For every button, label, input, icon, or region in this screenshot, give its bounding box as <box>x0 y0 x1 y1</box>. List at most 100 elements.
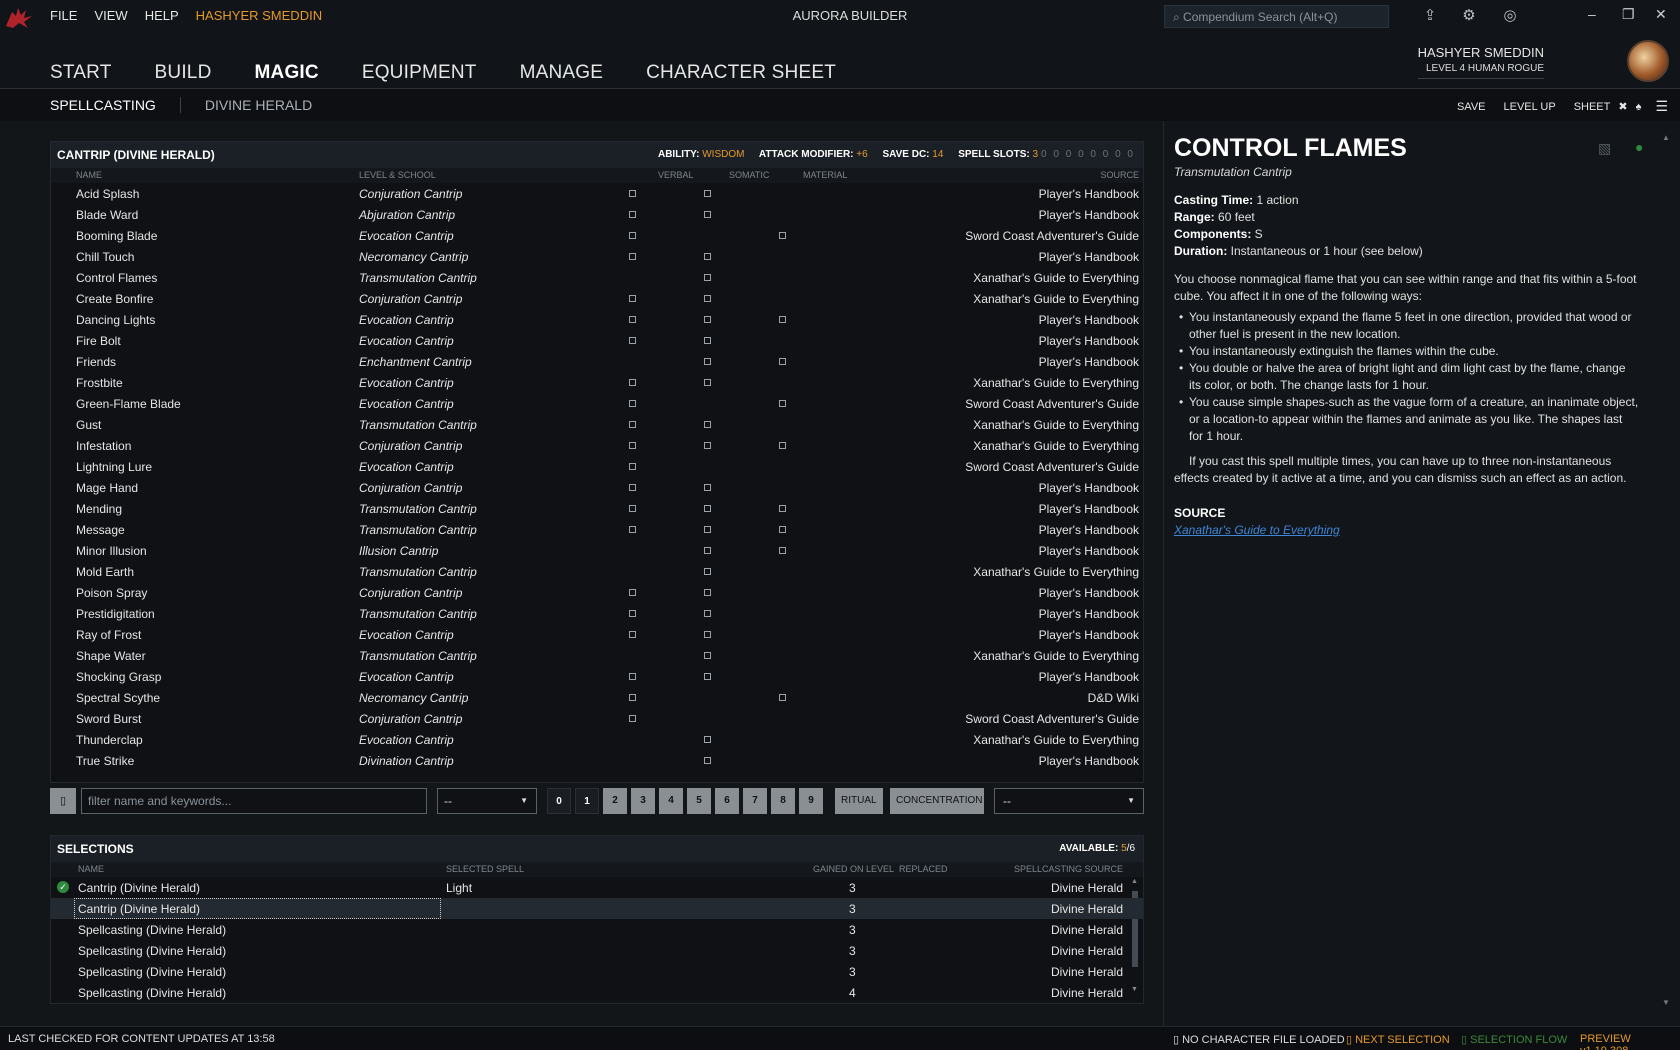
share-icon[interactable]: ⇪ <box>1418 4 1442 28</box>
table-row[interactable]: Minor Illusion Illusion Cantrip Player's H… <box>51 540 1143 561</box>
level-3-button[interactable]: 3 <box>631 788 655 814</box>
menu-file[interactable]: FILE <box>50 8 77 23</box>
minimize-icon[interactable]: – <box>1588 6 1596 22</box>
gear-icon[interactable]: ⚙ <box>1457 4 1481 28</box>
tab-build[interactable]: BUILD <box>155 62 212 84</box>
table-row[interactable]: Cantrip (Divine Herald) 3 Divine Herald <box>51 898 1143 919</box>
avatar[interactable] <box>1627 40 1669 82</box>
table-row[interactable]: Poison Spray Conjuration Cantrip Player's … <box>51 582 1143 603</box>
table-row[interactable]: Booming Blade Evocation Cantrip Sword Coas… <box>51 225 1143 246</box>
table-row[interactable]: Infestation Conjuration Cantrip Xanathar's… <box>51 435 1143 456</box>
table-row[interactable]: Acid Splash Conjuration Cantrip Player's H… <box>51 183 1143 204</box>
table-row[interactable]: Spellcasting (Divine Herald) 3 Divine Hera… <box>51 940 1143 961</box>
source-dropdown[interactable]: -- ▼ <box>437 788 537 814</box>
col-level[interactable]: LEVEL & SCHOOL <box>359 170 436 180</box>
table-row[interactable]: Mold Earth Transmutation Cantrip Xanathar'… <box>51 561 1143 582</box>
table-row[interactable]: Mage Hand Conjuration Cantrip Player's Han… <box>51 477 1143 498</box>
level-1-button[interactable]: 1 <box>575 788 599 814</box>
table-row[interactable]: Shape Water Transmutation Cantrip Xanathar… <box>51 645 1143 666</box>
table-row[interactable]: Gust Transmutation Cantrip Xanathar's Guid… <box>51 414 1143 435</box>
table-row[interactable]: Prestidigitation Transmutation Cantrip Pla… <box>51 603 1143 624</box>
hamburger-menu-icon[interactable]: ☰ <box>1655 98 1668 115</box>
compendium-search-input[interactable]: ⌕ Compendium Search (Alt+Q) <box>1164 5 1389 28</box>
table-row[interactable]: Shocking Grasp Evocation Cantrip Player's … <box>51 666 1143 687</box>
col-name[interactable]: NAME <box>76 170 102 180</box>
subtab-spellcasting[interactable]: SPELLCASTING <box>50 97 156 113</box>
level-8-button[interactable]: 8 <box>771 788 795 814</box>
table-row[interactable]: Control Flames Transmutation Cantrip Xanat… <box>51 267 1143 288</box>
col-name[interactable]: NAME <box>78 864 104 874</box>
level-5-button[interactable]: 5 <box>687 788 711 814</box>
menu-view[interactable]: VIEW <box>94 8 127 23</box>
filter-toggle-icon[interactable]: ▯ <box>50 788 76 814</box>
cards-icon[interactable]: ♠ <box>1636 101 1642 113</box>
selection-flow-button[interactable]: ▯ SELECTION FLOW <box>1461 1033 1567 1046</box>
next-selection-button[interactable]: ▯ NEXT SELECTION <box>1346 1033 1450 1046</box>
tab-character-sheet[interactable]: CHARACTER SHEET <box>646 62 836 84</box>
table-row[interactable]: Spectral Scythe Necromancy Cantrip D&D Wik… <box>51 687 1143 708</box>
table-row[interactable]: Spellcasting (Divine Herald) 3 Divine Hera… <box>51 961 1143 982</box>
sheet-button[interactable]: SHEET <box>1574 101 1611 113</box>
col-selected-spell[interactable]: SELECTED SPELL <box>446 864 524 874</box>
table-row[interactable]: Mending Transmutation Cantrip Player's Han… <box>51 498 1143 519</box>
globe-icon[interactable]: ◎ <box>1498 4 1522 28</box>
level-0-button[interactable]: 0 <box>547 788 571 814</box>
scroll-down-icon[interactable]: ▼ <box>1662 998 1670 1007</box>
spell-name: Thunderclap <box>76 733 143 747</box>
table-row[interactable]: Message Transmutation Cantrip Player's Han… <box>51 519 1143 540</box>
col-source[interactable]: SOURCE <box>1100 170 1139 180</box>
concentration-button[interactable]: CONCENTRATION <box>890 788 984 814</box>
table-row[interactable]: Dancing Lights Evocation Cantrip Player's … <box>51 309 1143 330</box>
table-row[interactable]: Ray of Frost Evocation Cantrip Player's Ha… <box>51 624 1143 645</box>
scroll-up-icon[interactable]: ▲ <box>1662 133 1670 142</box>
spell-name: Shocking Grasp <box>76 670 162 684</box>
save-button[interactable]: SAVE <box>1457 101 1486 113</box>
close-icon[interactable]: ✕ <box>1655 6 1667 23</box>
table-row[interactable]: Create Bonfire Conjuration Cantrip Xanatha… <box>51 288 1143 309</box>
col-gained-on-level[interactable]: GAINED ON LEVEL <box>813 864 894 874</box>
menu-character[interactable]: HASHYER SMEDDIN <box>196 8 322 23</box>
level-6-button[interactable]: 6 <box>715 788 739 814</box>
col-material[interactable]: MATERIAL <box>803 170 847 180</box>
col-spellcasting-source[interactable]: SPELLCASTING SOURCE <box>1014 864 1123 874</box>
table-row[interactable]: Green-Flame Blade Evocation Cantrip Sword … <box>51 393 1143 414</box>
table-row[interactable]: Sword Burst Conjuration Cantrip Sword Coas… <box>51 708 1143 729</box>
table-row[interactable]: Spellcasting (Divine Herald) 3 Divine Hera… <box>51 919 1143 940</box>
tab-magic[interactable]: MAGIC <box>255 62 319 84</box>
character-subtitle: LEVEL 4 HUMAN ROGUE <box>1417 63 1544 79</box>
table-row[interactable]: Thunderclap Evocation Cantrip Xanathar's G… <box>51 729 1143 750</box>
tab-equipment[interactable]: EQUIPMENT <box>362 62 477 84</box>
table-row[interactable]: Blade Ward Abjuration Cantrip Player's Han… <box>51 204 1143 225</box>
subtab-divine-herald[interactable]: DIVINE HERALD <box>205 97 312 113</box>
image-icon[interactable]: ▧ <box>1598 140 1611 157</box>
col-verbal[interactable]: VERBAL <box>658 170 694 180</box>
table-row[interactable]: Chill Touch Necromancy Cantrip Player's Ha… <box>51 246 1143 267</box>
tools-icon[interactable]: ✖ <box>1618 100 1627 113</box>
school-dropdown[interactable]: -- ▼ <box>994 788 1144 814</box>
table-row[interactable]: Spellcasting (Divine Herald) 4 Divine Hera… <box>51 982 1143 1003</box>
level-2-button[interactable]: 2 <box>603 788 627 814</box>
table-row[interactable]: True Strike Divination Cantrip Player's Ha… <box>51 750 1143 771</box>
verbal-icon <box>629 253 636 260</box>
level-up-button[interactable]: LEVEL UP <box>1504 101 1556 113</box>
filter-input[interactable]: filter name and keywords... <box>81 788 427 814</box>
level-4-button[interactable]: 4 <box>659 788 683 814</box>
col-replaced[interactable]: REPLACED <box>899 864 948 874</box>
level-9-button[interactable]: 9 <box>799 788 823 814</box>
tab-manage[interactable]: MANAGE <box>520 62 604 84</box>
microphone-icon[interactable]: ● <box>1635 139 1643 155</box>
table-row[interactable]: Lightning Lure Evocation Cantrip Sword Coa… <box>51 456 1143 477</box>
tab-start[interactable]: START <box>50 62 112 84</box>
spell-source: Xanathar's Guide to Everything <box>973 733 1139 747</box>
col-somatic[interactable]: SOMATIC <box>729 170 769 180</box>
restore-icon[interactable]: ❐ <box>1622 6 1635 23</box>
table-row[interactable]: Friends Enchantment Cantrip Player's Handb… <box>51 351 1143 372</box>
level-7-button[interactable]: 7 <box>743 788 767 814</box>
ritual-button[interactable]: RITUAL <box>835 788 883 814</box>
menu-help[interactable]: HELP <box>145 8 179 23</box>
outro-text: If you cast this spell multiple times, y… <box>1174 454 1627 485</box>
source-link[interactable]: Xanathar's Guide to Everything <box>1174 523 1340 537</box>
table-row[interactable]: Frostbite Evocation Cantrip Xanathar's Gui… <box>51 372 1143 393</box>
table-row[interactable]: Fire Bolt Evocation Cantrip Player's Handb… <box>51 330 1143 351</box>
table-row[interactable]: ✓ Cantrip (Divine Herald) Light 3 Divine Her… <box>51 877 1143 898</box>
